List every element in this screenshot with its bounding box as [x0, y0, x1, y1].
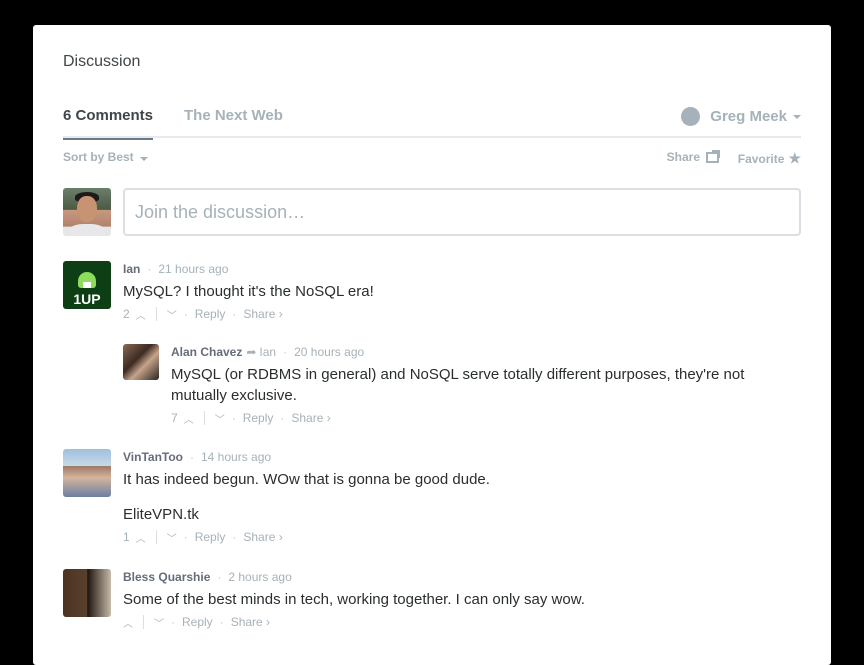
downvote-icon[interactable]: ﹀: [167, 530, 177, 545]
mushroom-icon: [78, 272, 96, 288]
reply-button[interactable]: Reply: [195, 530, 226, 544]
in-reply-to[interactable]: ➦ Ian: [246, 345, 276, 359]
favorite-button[interactable]: Favorite ★: [738, 150, 801, 167]
avatar[interactable]: [63, 449, 111, 497]
comment-time[interactable]: 21 hours ago: [158, 262, 228, 276]
share-label: Share: [666, 150, 700, 164]
sort-bar: Sort by Best Share Favorite ★: [63, 149, 801, 168]
reply-button[interactable]: Reply: [195, 307, 226, 321]
current-user-avatar: [63, 188, 111, 236]
comment-message: Some of the best minds in tech, working …: [123, 591, 585, 608]
share-button[interactable]: Share ›: [243, 530, 282, 544]
favorite-label: Favorite: [737, 151, 785, 166]
comment-author[interactable]: Alan Chavez: [171, 345, 242, 359]
discussion-nav: 6 Comments The Next Web Greg Meek: [63, 107, 801, 140]
downvote-icon[interactable]: ﹀: [167, 307, 177, 322]
upvote-count: 7: [171, 411, 178, 425]
comment-input[interactable]: [125, 190, 799, 234]
discussion-panel: Discussion 6 Comments The Next Web Greg …: [33, 25, 831, 665]
upvote-icon[interactable]: ︿: [184, 411, 194, 426]
downvote-icon[interactable]: ﹀: [215, 411, 225, 426]
star-icon: ★: [788, 150, 801, 166]
comment-author[interactable]: VinTanToo: [123, 450, 183, 464]
comment-reply: Alan Chavez ➦ Ian · 20 hours ago MySQL (o…: [123, 344, 801, 426]
tab-comments[interactable]: 6 Comments: [63, 107, 154, 140]
comment: 1UP Ian · 21 hours ago MySQL? I thought …: [63, 261, 801, 322]
upvote-icon[interactable]: ︿: [136, 530, 146, 545]
comment-time[interactable]: 20 hours ago: [294, 345, 364, 359]
comment-time[interactable]: 14 hours ago: [201, 450, 271, 464]
share-icon: [706, 149, 720, 163]
comment-message-link: EliteVPN.tk: [123, 506, 199, 523]
avatar[interactable]: [63, 569, 111, 617]
downvote-icon[interactable]: ﹀: [154, 615, 164, 630]
comment-author[interactable]: Ian: [123, 262, 140, 276]
share-thread-button[interactable]: Share: [666, 149, 720, 164]
user-menu[interactable]: Greg Meek: [681, 107, 801, 126]
upvote-icon[interactable]: ︿: [123, 615, 133, 630]
share-button[interactable]: Share ›: [291, 411, 330, 425]
share-button[interactable]: Share ›: [243, 307, 282, 321]
user-avatar-icon: [681, 107, 701, 126]
share-button[interactable]: Share ›: [231, 615, 270, 629]
sort-label: Sort by Best: [63, 150, 134, 164]
comment-message: It has indeed begun. WOw that is gonna b…: [123, 471, 490, 488]
avatar-logo-text: 1UP: [73, 291, 101, 307]
comment-author[interactable]: Bless Quarshie: [123, 570, 210, 584]
discussion-title: Discussion: [63, 53, 141, 70]
upvote-count: 2: [123, 307, 130, 321]
comment-time[interactable]: 2 hours ago: [228, 570, 291, 584]
reply-button[interactable]: Reply: [182, 615, 213, 629]
comment-message: MySQL (or RDBMS in general) and NoSQL se…: [171, 366, 745, 404]
comment: VinTanToo · 14 hours ago It has indeed b…: [63, 449, 801, 549]
avatar[interactable]: 1UP: [63, 261, 111, 309]
chevron-down-icon: [139, 157, 148, 161]
reply-arrow-icon: ➦: [246, 345, 257, 359]
upvote-icon[interactable]: ︿: [136, 307, 146, 322]
user-name: Greg Meek: [710, 108, 787, 125]
sort-dropdown[interactable]: Sort by Best: [63, 150, 148, 164]
tab-forum[interactable]: The Next Web: [184, 107, 283, 138]
composer[interactable]: [123, 188, 801, 236]
comment: Bless Quarshie · 2 hours ago Some of the…: [63, 569, 801, 630]
comment-message: MySQL? I thought it's the NoSQL era!: [123, 283, 374, 300]
reply-button[interactable]: Reply: [243, 411, 274, 425]
chevron-down-icon: [793, 114, 801, 119]
avatar[interactable]: [123, 344, 159, 380]
upvote-count: 1: [123, 530, 130, 544]
